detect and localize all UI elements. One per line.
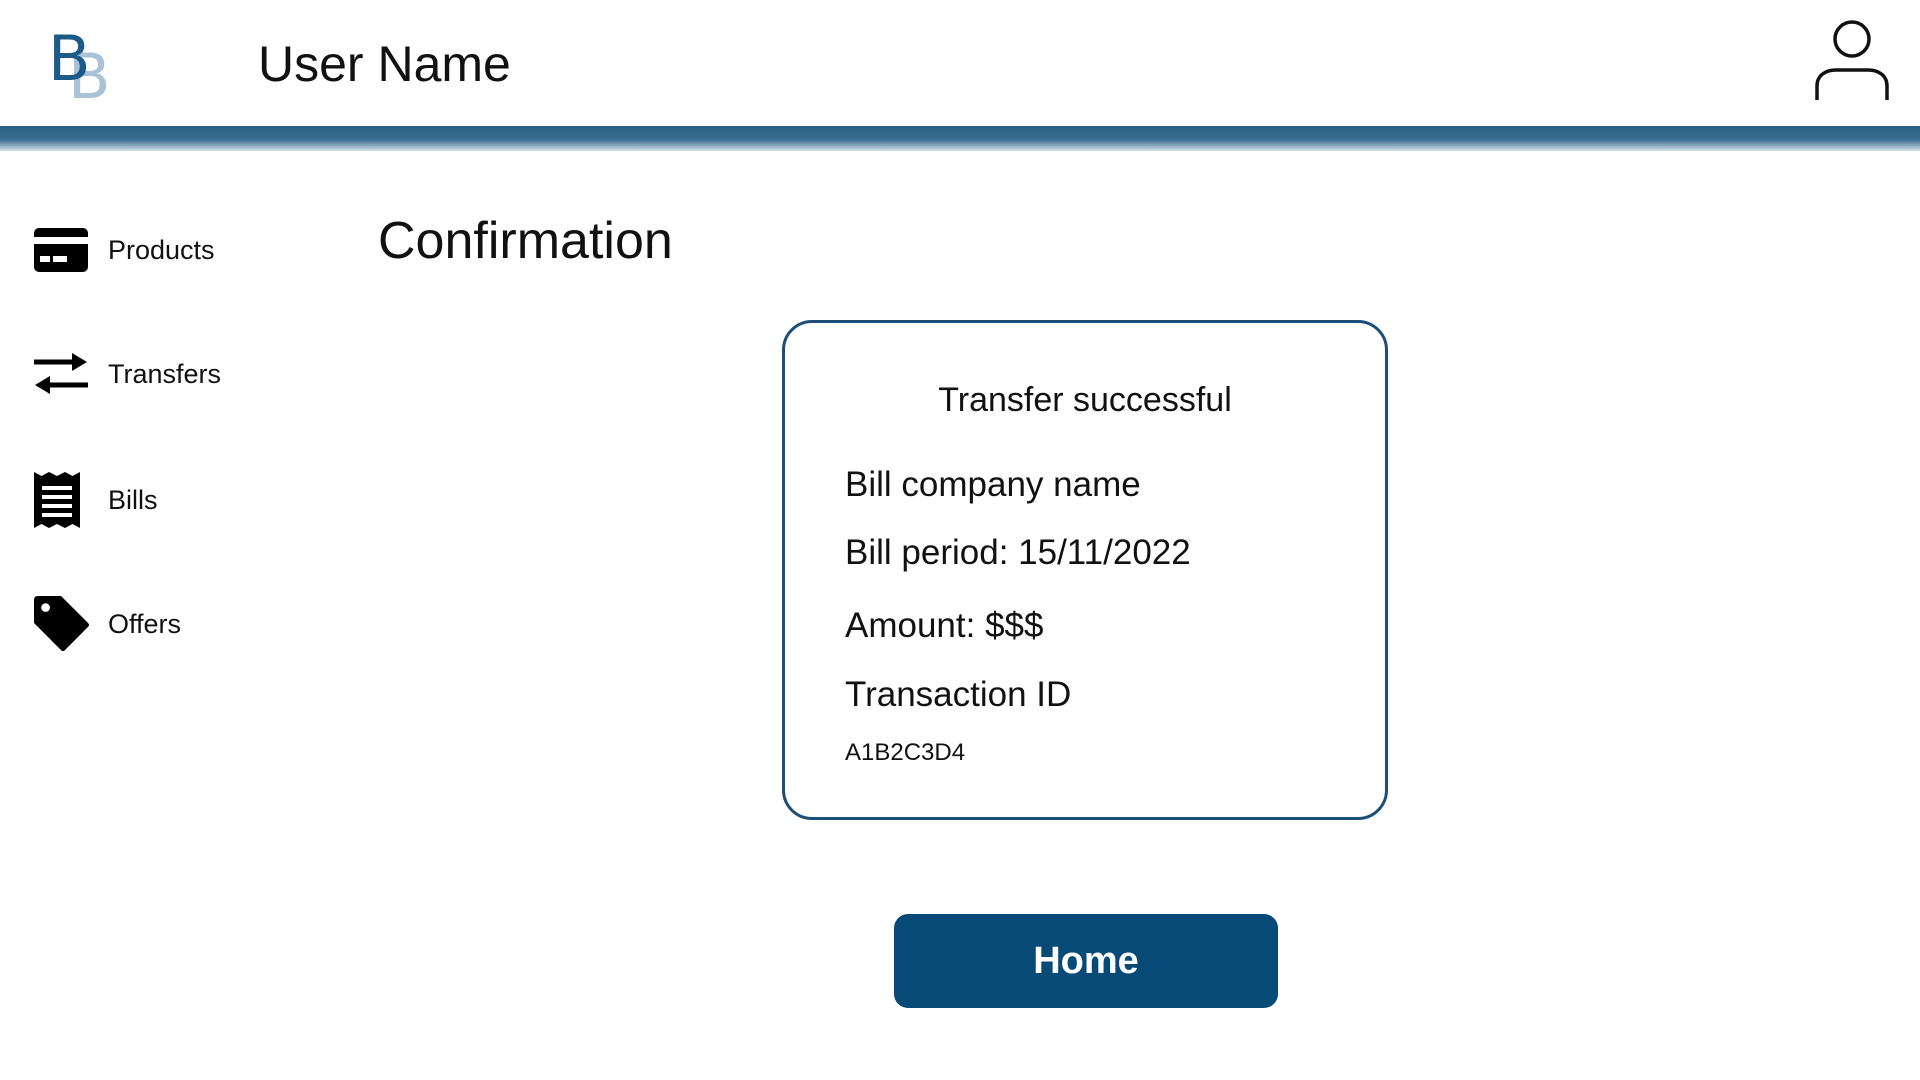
sidebar-item-label: Products [108, 234, 215, 265]
app-header: B B User Name [0, 0, 1920, 126]
transaction-id-label: Transaction ID [845, 675, 1072, 714]
sidebar-item-bills[interactable]: Bills [34, 468, 284, 532]
transfer-status: Transfer successful [938, 381, 1232, 419]
bill-period: Bill period: 15/11/2022 [845, 533, 1191, 572]
credit-card-icon [34, 222, 90, 278]
user-icon[interactable] [1814, 18, 1890, 102]
home-button[interactable]: Home [894, 914, 1278, 1008]
page-title: Confirmation [378, 212, 673, 270]
confirmation-card: Transfer successful Bill company name Bi… [782, 320, 1388, 820]
transaction-id-value: A1B2C3D4 [845, 739, 966, 766]
bank-logo[interactable]: B B [48, 28, 114, 108]
sidebar-item-label: Offers [108, 608, 182, 639]
header-divider-bar [0, 126, 1920, 151]
tag-icon [34, 596, 90, 652]
sidebar-item-transfers[interactable]: Transfers [34, 342, 284, 406]
sidebar-item-products[interactable]: Products [34, 218, 284, 282]
bill-amount: Amount: $$$ [845, 606, 1044, 645]
sidebar-item-offers[interactable]: Offers [34, 592, 284, 656]
bill-company-name: Bill company name [845, 465, 1141, 504]
receipt-icon [34, 472, 90, 528]
user-name: User Name [258, 36, 511, 92]
sidebar-item-label: Bills [108, 484, 158, 515]
logo-letter-primary: B [48, 22, 91, 95]
sidebar-item-label: Transfers [108, 358, 222, 389]
transfer-arrows-icon [34, 346, 90, 402]
